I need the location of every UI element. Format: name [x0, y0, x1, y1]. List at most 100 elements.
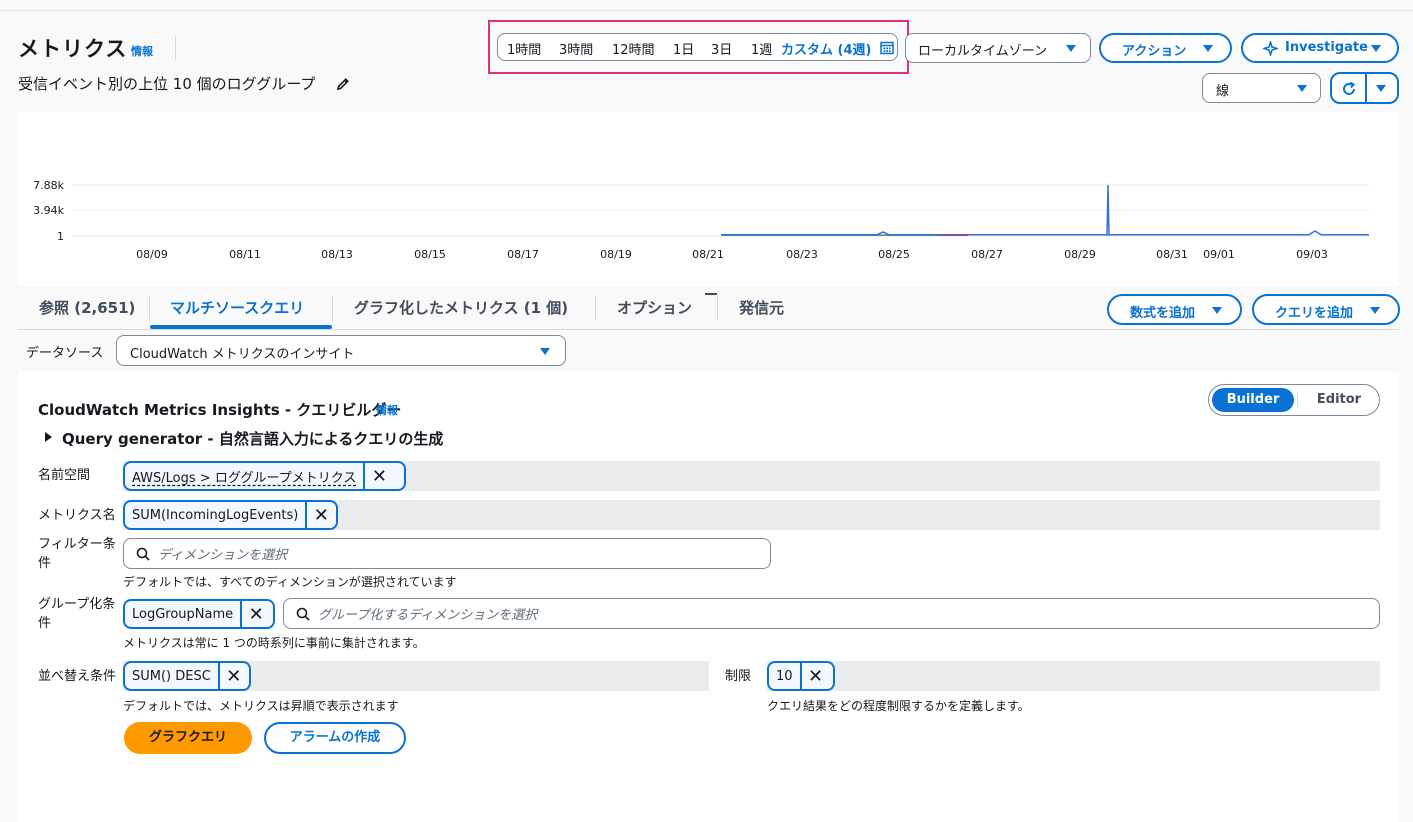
- tab-options[interactable]: オプション: [617, 297, 692, 318]
- edit-icon[interactable]: [335, 76, 351, 92]
- filter-label-cont: 件: [38, 556, 52, 571]
- caret-down-icon: [1371, 45, 1381, 52]
- x-tick-label: 08/31: [1156, 248, 1188, 261]
- refresh-icon[interactable]: [1340, 80, 1358, 98]
- mode-toggle: Builder Editor: [1208, 384, 1380, 416]
- chart-type-select[interactable]: 線: [1202, 73, 1321, 103]
- split-divider: [1365, 74, 1367, 102]
- refresh-button-group[interactable]: [1330, 72, 1399, 104]
- tab-divider: [149, 295, 150, 321]
- limit-value: 10: [776, 668, 793, 684]
- chart-type-value: 線: [1216, 84, 1230, 99]
- page-title: メトリクス: [18, 37, 128, 61]
- x-tick-label: 08/23: [786, 248, 818, 261]
- range-3d[interactable]: 3日: [711, 39, 732, 58]
- metric-token[interactable]: SUM(IncomingLogEvents) ✕: [123, 500, 338, 530]
- caret-down-icon: [1203, 45, 1213, 52]
- y-tick-label: 3.94k: [33, 204, 64, 217]
- close-icon[interactable]: ✕: [217, 663, 248, 689]
- builder-info-link[interactable]: 情報: [376, 402, 398, 418]
- filter-input[interactable]: ディメンションを選択: [123, 538, 771, 569]
- limit-label: 制限: [725, 669, 752, 684]
- group-input[interactable]: グループ化するディメンションを選択: [283, 598, 1380, 629]
- search-icon: [136, 547, 150, 561]
- order-label: 並べ替え条件: [38, 669, 117, 684]
- sparkle-icon: [1263, 41, 1278, 56]
- group-label-cont: 件: [38, 616, 52, 631]
- x-tick-label: 09/03: [1296, 248, 1328, 261]
- tab-browse[interactable]: 参照 (2,651): [39, 297, 135, 318]
- range-custom[interactable]: カスタム (4週): [781, 39, 871, 58]
- limit-row: [767, 661, 1380, 691]
- order-token[interactable]: SUM() DESC ✕: [123, 661, 251, 691]
- group-hint: メトリクスは常に 1 つの時系列に事前に集計されます。: [123, 636, 425, 650]
- tab-source[interactable]: 発信元: [739, 297, 784, 318]
- add-math-label: 数式を追加: [1130, 306, 1196, 321]
- filter-label: フィルター条: [38, 537, 116, 552]
- add-query-label: クエリを追加: [1275, 306, 1354, 321]
- time-range-selector[interactable]: 1時間 3時間 12時間 1日 3日 1週 カスタム (4週): [497, 33, 898, 61]
- active-tab-indicator: [150, 325, 332, 329]
- investigate-button[interactable]: Investigate: [1241, 33, 1399, 63]
- x-tick-label: 08/15: [414, 248, 446, 261]
- close-icon[interactable]: ✕: [799, 663, 830, 689]
- range-1w[interactable]: 1週: [751, 39, 772, 58]
- search-icon: [296, 607, 310, 621]
- limit-token[interactable]: 10 ✕: [767, 661, 835, 691]
- x-tick-label: 08/25: [878, 248, 910, 261]
- caret-right-icon[interactable]: [45, 432, 52, 442]
- limit-hint: クエリ結果をどの程度制限するかを定義します。: [767, 699, 1030, 713]
- range-3h[interactable]: 3時間: [559, 39, 593, 58]
- datasource-value: CloudWatch メトリクスのインサイト: [130, 347, 355, 362]
- tab-overflow-icon: [705, 293, 717, 295]
- y-tick-label: 7.88k: [33, 179, 64, 192]
- x-tick-label: 08/09: [136, 248, 168, 261]
- tabs-baseline: [18, 329, 1399, 330]
- namespace-value: AWS/Logs > ロググループメトリクス: [132, 470, 357, 486]
- add-query-button[interactable]: クエリを追加: [1252, 294, 1400, 325]
- builder-mode-button[interactable]: Builder: [1212, 388, 1294, 412]
- close-icon[interactable]: ✕: [305, 502, 335, 528]
- info-link[interactable]: 情報: [131, 43, 153, 59]
- chart-panel: 7.88k 3.94k 1 08/09 08/11 08/13 08/15 08/17 08/1…: [18, 112, 1399, 286]
- x-tick-label: 08/21: [692, 248, 724, 261]
- range-1h[interactable]: 1時間: [507, 39, 541, 58]
- close-icon[interactable]: ✕: [240, 601, 270, 627]
- filter-hint: デフォルトでは、すべてのディメンションが選択されています: [123, 575, 457, 589]
- create-alarm-button[interactable]: アラームの作成: [264, 722, 406, 754]
- caret-down-icon: [540, 348, 550, 355]
- calendar-icon[interactable]: [880, 41, 894, 55]
- top-divider: [0, 10, 1413, 11]
- close-icon[interactable]: ✕: [363, 463, 393, 489]
- x-tick-label: 08/17: [507, 248, 539, 261]
- investigate-label: Investigate: [1285, 40, 1368, 55]
- x-tick-label: 08/19: [600, 248, 632, 261]
- line-chart: 7.88k 3.94k 1 08/09 08/11 08/13 08/15 08/17 08/1…: [33, 179, 1369, 261]
- datasource-label: データソース: [26, 346, 104, 361]
- graph-query-button[interactable]: グラフクエリ: [124, 722, 252, 754]
- range-1d[interactable]: 1日: [673, 39, 694, 58]
- group-label: グループ化条: [38, 597, 116, 612]
- timezone-select[interactable]: ローカルタイムゾーン: [905, 33, 1091, 63]
- actions-button[interactable]: アクション: [1099, 33, 1232, 63]
- editor-mode-button[interactable]: Editor: [1300, 388, 1378, 412]
- x-tick-label: 09/01: [1203, 248, 1235, 261]
- group-token[interactable]: LogGroupName ✕: [123, 599, 275, 629]
- builder-title: CloudWatch Metrics Insights - クエリビルダー: [38, 401, 402, 419]
- range-12h[interactable]: 12時間: [612, 39, 655, 58]
- order-hint: デフォルトでは、メトリクスは昇順で表示されます: [123, 699, 399, 713]
- tab-multi-source-query[interactable]: マルチソースクエリ: [170, 297, 304, 318]
- timezone-value: ローカルタイムゾーン: [918, 44, 1048, 59]
- query-generator-toggle[interactable]: Query generator - 自然言語入力によるクエリの生成: [62, 428, 443, 449]
- group-value: LogGroupName: [132, 606, 234, 622]
- title-divider: [175, 36, 176, 60]
- namespace-token[interactable]: AWS/Logs > ロググループメトリクス ✕: [123, 461, 406, 491]
- page-subtitle: 受信イベント別の上位 10 個のロググループ: [18, 75, 316, 93]
- caret-down-icon[interactable]: [1376, 85, 1386, 92]
- tab-graphed-metrics[interactable]: グラフ化したメトリクス (1 個): [354, 297, 568, 318]
- add-math-button[interactable]: 数式を追加: [1107, 294, 1242, 325]
- x-tick-label: 08/13: [321, 248, 353, 261]
- namespace-label: 名前空間: [38, 468, 91, 483]
- datasource-select[interactable]: CloudWatch メトリクスのインサイト: [116, 335, 566, 366]
- caret-down-icon: [1212, 307, 1222, 314]
